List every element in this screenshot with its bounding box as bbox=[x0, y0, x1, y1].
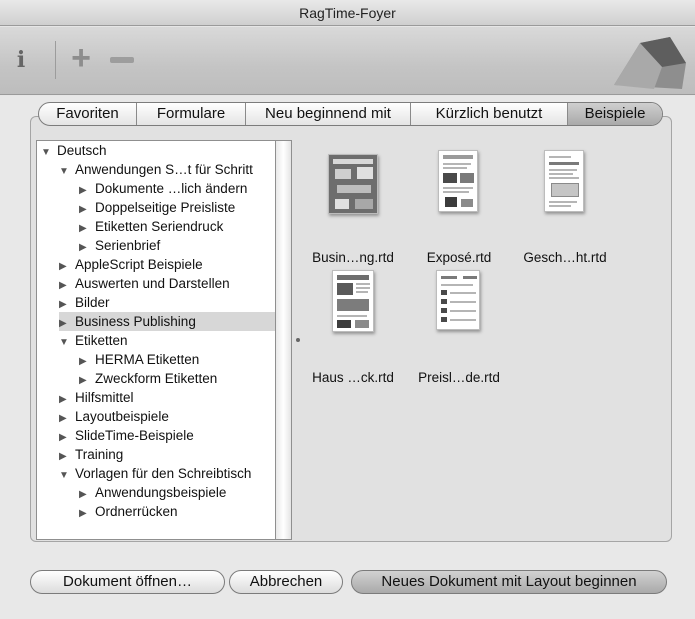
tree-item-label: Anwendungsbeispiele bbox=[95, 485, 227, 500]
content-area: Favoriten Formulare Neu beginnend mit Kü… bbox=[0, 96, 695, 619]
file-grid: Busin…ng.rtd Exposé.rtd Gesch…ht.rtd Hau… bbox=[300, 140, 670, 540]
tree-item[interactable]: ▼ Vorlagen für den Schreibtisch bbox=[59, 464, 275, 483]
tab-beispiele[interactable]: Beispiele bbox=[568, 103, 662, 125]
file-thumbnail bbox=[328, 154, 378, 214]
tree-item[interactable]: ▶ Bilder bbox=[59, 293, 275, 312]
tree-item-label: Serienbrief bbox=[95, 238, 161, 253]
disclosure-triangle-right-icon[interactable]: ▶ bbox=[79, 504, 95, 523]
file-item[interactable]: Exposé.rtd bbox=[406, 146, 512, 266]
file-name: Haus …ck.rtd bbox=[312, 370, 394, 385]
tree-item[interactable]: ▶ Ordnerrücken bbox=[79, 502, 275, 521]
tree-item[interactable]: ▼ Anwendungen S…t für Schritt bbox=[59, 160, 275, 179]
tree-item-label: Hilfsmittel bbox=[75, 390, 134, 405]
toolbar-separator bbox=[55, 41, 56, 79]
toolbar: i + bbox=[0, 27, 695, 95]
tree-item-label: HERMA Etiketten bbox=[95, 352, 200, 367]
info-icon[interactable]: i bbox=[10, 47, 32, 73]
file-name: Exposé.rtd bbox=[426, 250, 492, 265]
window-title: RagTime-Foyer bbox=[0, 0, 695, 26]
tree-item-label: Deutsch bbox=[57, 143, 107, 158]
disclosure-triangle-down-icon[interactable]: ▼ bbox=[59, 162, 75, 181]
tree-item-label: Ordnerrücken bbox=[95, 504, 178, 519]
tree-item-label: Auswerten und Darstellen bbox=[75, 276, 230, 291]
category-tree[interactable]: ▼ Deutsch ▼ Anwendungen S…t für Schritt ▶ Dok… bbox=[36, 140, 276, 540]
tree-item[interactable]: ▶ Dokumente …lich ändern bbox=[79, 179, 275, 198]
tree-item[interactable]: ▶ Etiketten Seriendruck bbox=[79, 217, 275, 236]
tree-item[interactable]: ▼ Deutsch bbox=[41, 141, 275, 160]
tree-item[interactable]: ▼ Etiketten bbox=[59, 331, 275, 350]
tab-favoriten[interactable]: Favoriten bbox=[39, 103, 137, 125]
tree-item[interactable]: ▶ Doppelseitige Preisliste bbox=[79, 198, 275, 217]
tab-bar: Favoriten Formulare Neu beginnend mit Kü… bbox=[38, 102, 663, 126]
tree-item[interactable]: ▶ Business Publishing bbox=[59, 312, 275, 331]
file-thumbnail bbox=[332, 270, 374, 332]
tree-item-label: Vorlagen für den Schreibtisch bbox=[75, 466, 252, 481]
tab-neu-beginnend-mit[interactable]: Neu beginnend mit bbox=[246, 103, 411, 125]
tree-item[interactable]: ▶ HERMA Etiketten bbox=[79, 350, 275, 369]
disclosure-triangle-down-icon[interactable]: ▼ bbox=[59, 333, 75, 352]
cancel-button[interactable]: Abbrechen bbox=[229, 570, 343, 594]
tree-item-label: Layoutbeispiele bbox=[75, 409, 169, 424]
file-name: Busin…ng.rtd bbox=[312, 250, 394, 265]
file-thumbnail bbox=[436, 270, 480, 330]
minus-icon[interactable] bbox=[110, 57, 134, 63]
tree-item-label: Etiketten Seriendruck bbox=[95, 219, 224, 234]
tree-scrollbar[interactable] bbox=[276, 140, 292, 540]
tree-item[interactable]: ▶ Auswerten und Darstellen bbox=[59, 274, 275, 293]
file-item[interactable]: Preisl…de.rtd bbox=[406, 266, 512, 386]
tree-item-label: Training bbox=[75, 447, 124, 462]
plus-icon[interactable]: + bbox=[66, 41, 96, 75]
tab-kuerzlich-benutzt[interactable]: Kürzlich benutzt bbox=[411, 103, 568, 125]
tree-item-label: Business Publishing bbox=[75, 314, 196, 329]
tab-formulare[interactable]: Formulare bbox=[137, 103, 246, 125]
tree-item-label: Zweckform Etiketten bbox=[95, 371, 218, 386]
tree-item[interactable]: ▶ Serienbrief bbox=[79, 236, 275, 255]
disclosure-triangle-down-icon[interactable]: ▼ bbox=[41, 143, 57, 162]
tree-item-label: Doppelseitige Preisliste bbox=[95, 200, 236, 215]
ragtime-foyer-window: RagTime-Foyer i + Favoriten Formulare Ne… bbox=[0, 0, 695, 619]
file-name: Preisl…de.rtd bbox=[418, 370, 500, 385]
tree-item-label: Etiketten bbox=[75, 333, 128, 348]
tree-item[interactable]: ▶ Hilfsmittel bbox=[59, 388, 275, 407]
tree-item-label: Dokumente …lich ändern bbox=[95, 181, 248, 196]
tree-item[interactable]: ▶ SlideTime-Beispiele bbox=[59, 426, 275, 445]
new-document-with-layout-button[interactable]: Neues Dokument mit Layout beginnen bbox=[351, 570, 667, 594]
ragtime-logo bbox=[614, 37, 686, 89]
tree-item[interactable]: ▶ AppleScript Beispiele bbox=[59, 255, 275, 274]
file-thumbnail bbox=[544, 150, 584, 212]
tree-item-label: Anwendungen S…t für Schritt bbox=[75, 162, 253, 177]
open-document-button[interactable]: Dokument öffnen… bbox=[30, 570, 225, 594]
disclosure-triangle-down-icon[interactable]: ▼ bbox=[59, 466, 75, 485]
tree-item[interactable]: ▶ Anwendungsbeispiele bbox=[79, 483, 275, 502]
tree-item-label: Bilder bbox=[75, 295, 110, 310]
file-name: Gesch…ht.rtd bbox=[523, 250, 607, 265]
tree-item-label: SlideTime-Beispiele bbox=[75, 428, 194, 443]
file-thumbnail bbox=[438, 150, 478, 212]
file-item[interactable]: Gesch…ht.rtd bbox=[512, 146, 618, 266]
tree-item-label: AppleScript Beispiele bbox=[75, 257, 203, 272]
tree-item[interactable]: ▶ Zweckform Etiketten bbox=[79, 369, 275, 388]
file-item[interactable]: Busin…ng.rtd bbox=[300, 146, 406, 266]
tree-item[interactable]: ▶ Layoutbeispiele bbox=[59, 407, 275, 426]
tree-item[interactable]: ▶ Training bbox=[59, 445, 275, 464]
file-item[interactable]: Haus …ck.rtd bbox=[300, 266, 406, 386]
